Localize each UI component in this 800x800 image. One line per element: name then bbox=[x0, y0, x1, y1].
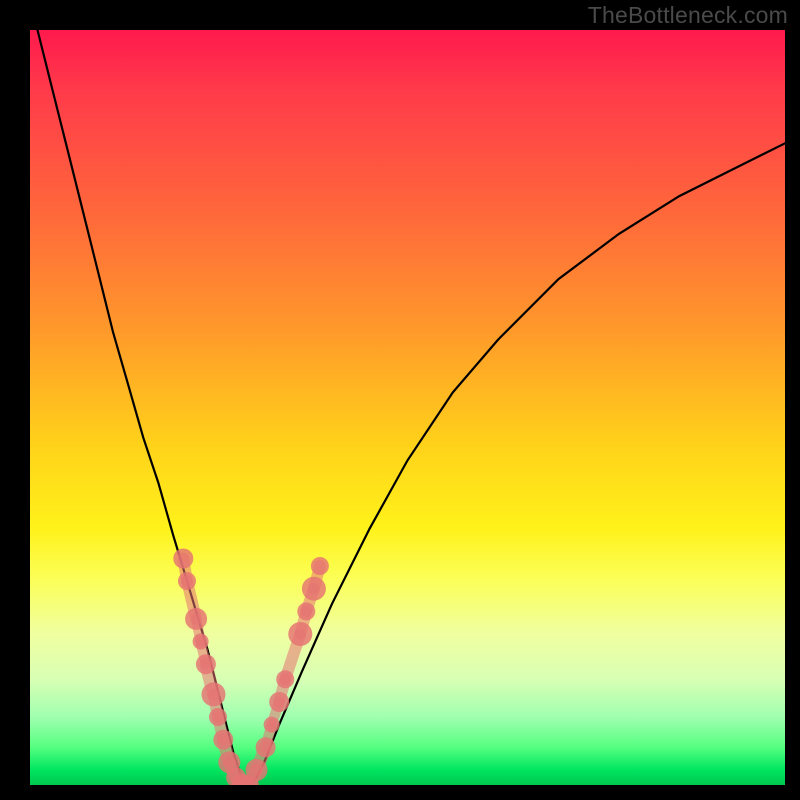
bottleneck-curve bbox=[38, 30, 786, 785]
chart-frame: TheBottleneck.com bbox=[0, 0, 800, 800]
watermark-text: TheBottleneck.com bbox=[588, 2, 788, 29]
marker-group bbox=[173, 549, 329, 786]
data-marker bbox=[311, 557, 329, 575]
plot-area bbox=[30, 30, 785, 785]
chart-svg bbox=[30, 30, 785, 785]
